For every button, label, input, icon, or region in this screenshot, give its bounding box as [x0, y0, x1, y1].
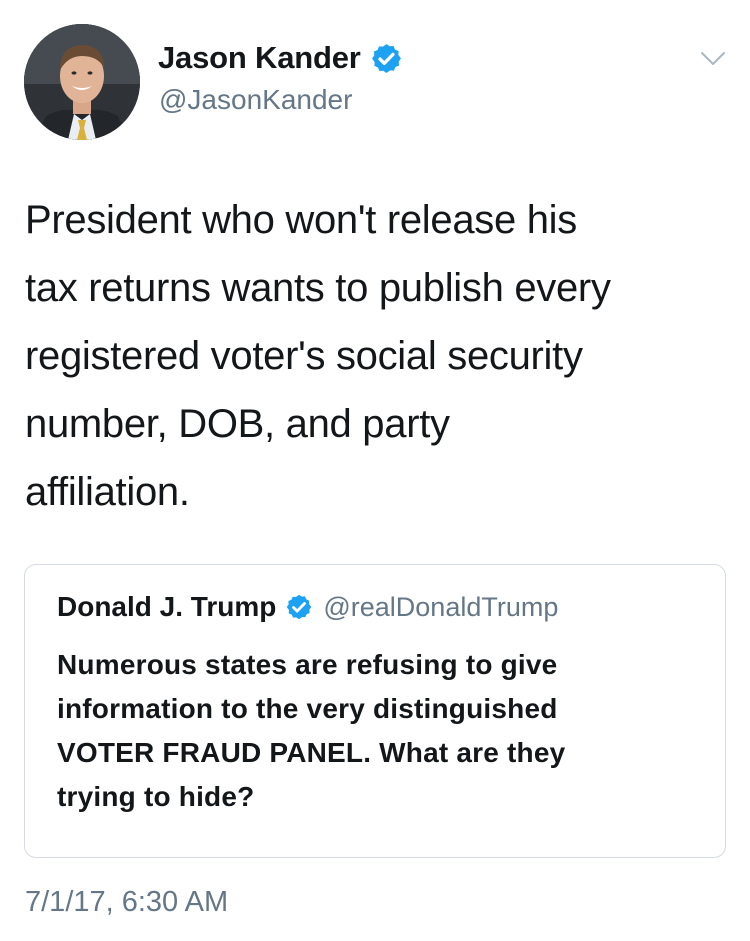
quoted-author-handle: @realDonaldTrump	[323, 592, 559, 622]
verified-badge-icon	[285, 593, 313, 621]
author-handle[interactable]: @JasonKander	[159, 82, 352, 118]
verified-badge-icon	[370, 42, 403, 75]
tweet-timestamp[interactable]: 7/1/17, 6:30 AM	[25, 882, 228, 922]
quoted-tweet-card[interactable]: Donald J. Trump @realDonaldTrump Numerou…	[24, 564, 726, 858]
tweet-text: President who won't release his tax retu…	[25, 198, 611, 514]
quoted-tweet-text: Numerous states are refusing to give inf…	[57, 649, 566, 812]
chevron-down-icon[interactable]	[700, 50, 726, 68]
avatar[interactable]	[24, 24, 140, 140]
author-display-name[interactable]: Jason Kander	[158, 38, 361, 78]
quoted-tweet-header: Donald J. Trump @realDonaldTrump	[57, 587, 558, 627]
author-name-row[interactable]: Jason Kander	[158, 38, 403, 78]
avatar-photo	[24, 24, 140, 140]
quoted-author-display-name: Donald J. Trump	[57, 591, 277, 622]
